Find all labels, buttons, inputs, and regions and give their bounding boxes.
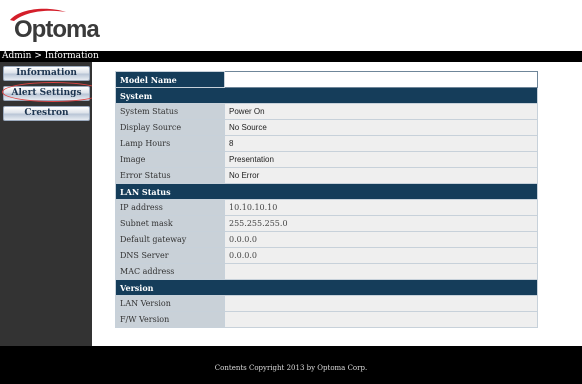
row-label: Image: [115, 151, 225, 168]
row-ip-address: IP address 10.10.10.10: [115, 199, 538, 216]
section-header-lan-status: LAN Status: [115, 183, 538, 200]
optoma-logo: Optoma: [8, 6, 118, 46]
footer-copyright: Contents Copyright 2013 by Optoma Corp.: [214, 364, 368, 372]
row-value: Power On: [224, 103, 538, 120]
row-label: Subnet mask: [115, 215, 225, 232]
row-label: MAC address: [115, 263, 225, 280]
row-default-gateway: Default gateway 0.0.0.0: [115, 231, 538, 248]
section-header-system: System: [115, 87, 538, 104]
section-title: Version: [115, 279, 538, 296]
row-label: F/W Version: [115, 311, 225, 328]
section-title: System: [115, 87, 538, 104]
row-dns-server: DNS Server 0.0.0.0: [115, 247, 538, 264]
row-label: DNS Server: [115, 247, 225, 264]
row-label: LAN Version: [115, 295, 225, 312]
sidebar: Information Alert Settings Crestron: [0, 62, 92, 346]
row-subnet-mask: Subnet mask 255.255.255.0: [115, 215, 538, 232]
breadcrumb: Admin > Information: [2, 51, 99, 61]
row-value: [224, 295, 538, 312]
row-value: 10.10.10.10: [224, 199, 538, 216]
row-label: IP address: [115, 199, 225, 216]
row-f-w-version: F/W Version: [115, 311, 538, 328]
row-label: System Status: [115, 103, 225, 120]
model-name-row: Model Name: [115, 71, 538, 88]
row-lamp-hours: Lamp Hours 8: [115, 135, 538, 152]
row-mac-address: MAC address: [115, 263, 538, 280]
section-header-version: Version: [115, 279, 538, 296]
row-value: 255.255.255.0: [224, 215, 538, 232]
row-value: 8: [224, 135, 538, 152]
row-value: No Source: [224, 119, 538, 136]
row-label: Error Status: [115, 167, 225, 184]
nav-information-button[interactable]: Information: [3, 66, 90, 81]
row-label: Default gateway: [115, 231, 225, 248]
row-display-source: Display Source No Source: [115, 119, 538, 136]
row-image: Image Presentation: [115, 151, 538, 168]
section-title: LAN Status: [115, 183, 538, 200]
row-value: 0.0.0.0: [224, 247, 538, 264]
row-lan-version: LAN Version: [115, 295, 538, 312]
row-label: Display Source: [115, 119, 225, 136]
row-value: Presentation: [224, 151, 538, 168]
model-name-label: Model Name: [115, 71, 225, 88]
row-value: 0.0.0.0: [224, 231, 538, 248]
row-system-status: System Status Power On: [115, 103, 538, 120]
information-table: Model Name System System Status Power On Dis…: [115, 71, 538, 328]
row-value: No Error: [224, 167, 538, 184]
row-value: [224, 263, 538, 280]
logo-text: Optoma: [14, 16, 100, 43]
footer: Contents Copyright 2013 by Optoma Corp.: [0, 346, 582, 384]
row-value: [224, 311, 538, 328]
model-name-value: [224, 71, 538, 88]
row-label: Lamp Hours: [115, 135, 225, 152]
row-error-status: Error Status No Error: [115, 167, 538, 184]
highlight-circle: [2, 82, 104, 102]
nav-crestron-button[interactable]: Crestron: [3, 106, 90, 121]
